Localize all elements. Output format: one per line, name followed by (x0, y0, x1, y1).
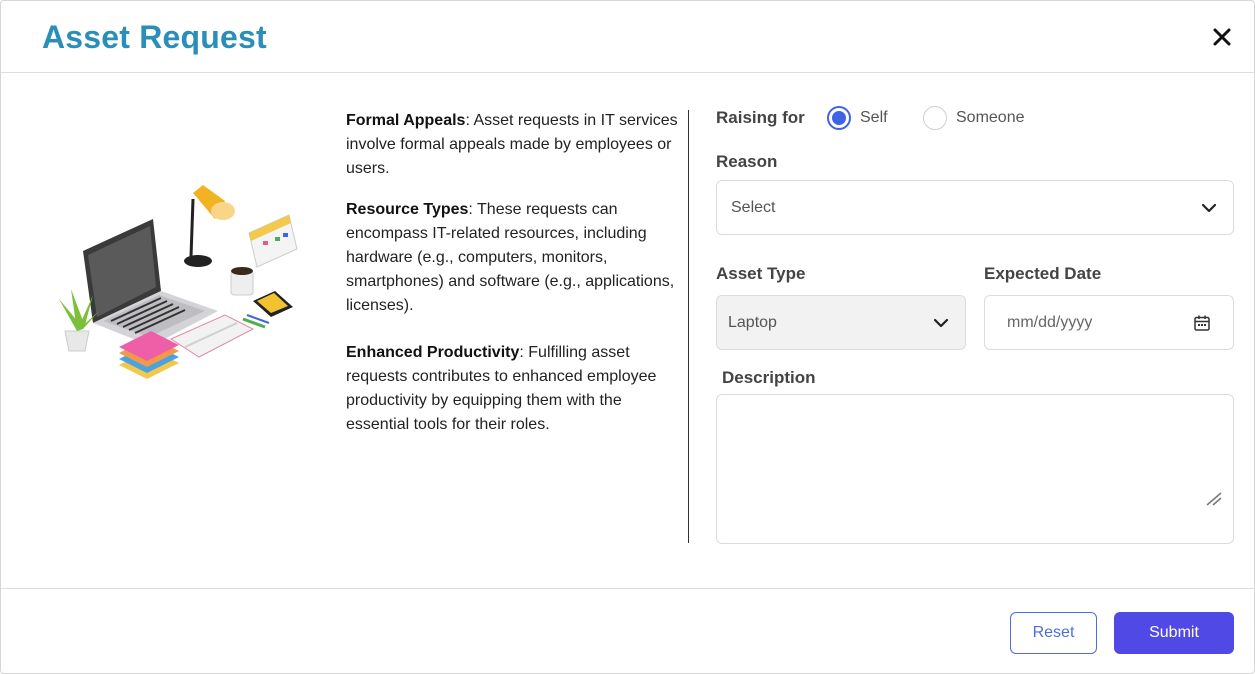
description-label: Description (722, 368, 816, 387)
reset-button[interactable]: Reset (1010, 612, 1097, 654)
reason-select-value: Select (731, 198, 776, 216)
chevron-down-icon (1201, 203, 1217, 212)
reason-select[interactable]: Select (716, 180, 1234, 235)
info-resource-types: Resource Types: These requests can encom… (346, 201, 675, 314)
expected-date-label: Expected Date (984, 264, 1102, 283)
radio-someone[interactable]: Someone (923, 106, 1025, 130)
info-enhanced-productivity: Enhanced Productivity: Fulfilling asset … (346, 344, 657, 433)
asset-type-select-value: Laptop (728, 313, 777, 331)
expected-date-input[interactable]: mm/dd/yyyy (984, 295, 1234, 350)
close-icon[interactable] (1208, 23, 1236, 51)
vertical-divider (688, 110, 689, 543)
description-textarea[interactable] (716, 394, 1234, 544)
raising-for-label: Raising for (716, 108, 805, 127)
radio-someone-label: Someone (956, 109, 1025, 126)
submit-button[interactable]: Submit (1114, 612, 1234, 654)
modal-header: Asset Request (1, 1, 1254, 73)
radio-self-label: Self (860, 109, 888, 126)
chevron-down-icon (933, 318, 949, 327)
reason-label: Reason (716, 152, 778, 171)
workspace-illustration (53, 171, 313, 401)
footer-divider (1, 588, 1254, 589)
asset-request-modal: Asset Request Formal Appeals: Asset requ… (0, 0, 1255, 674)
radio-self[interactable]: Self (827, 106, 888, 130)
info-panel: Formal Appeals: Asset requests in IT ser… (346, 109, 681, 454)
calendar-icon[interactable] (1193, 314, 1211, 332)
radio-someone-button[interactable] (923, 106, 947, 130)
modal-title: Asset Request (42, 19, 267, 55)
expected-date-placeholder: mm/dd/yyyy (1007, 313, 1093, 331)
info-formal-appeals: Formal Appeals: Asset requests in IT ser… (346, 112, 678, 177)
asset-type-label: Asset Type (716, 264, 806, 283)
radio-self-button[interactable] (827, 106, 851, 130)
resize-handle-icon[interactable] (1205, 491, 1223, 507)
asset-type-select[interactable]: Laptop (716, 295, 966, 350)
